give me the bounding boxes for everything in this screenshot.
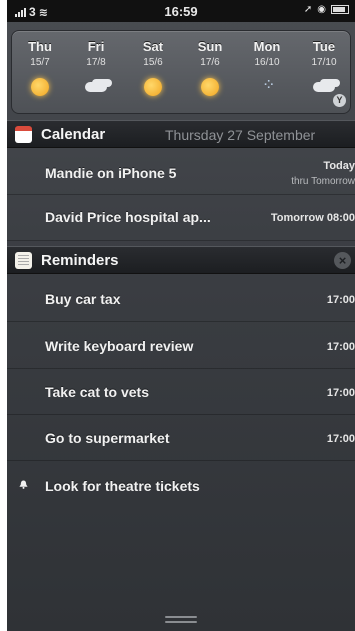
weather-day-name: Tue [312, 39, 336, 54]
clock: 16:59 [164, 4, 198, 19]
close-icon[interactable]: × [334, 252, 351, 269]
reminder-time: 17:00 [326, 294, 355, 306]
reminders-title: Reminders [41, 252, 119, 269]
weather-day-temps: 15/7 [30, 57, 50, 68]
yahoo-badge-icon[interactable]: Y [333, 94, 346, 107]
event-subtime: thru Tomorrow [291, 176, 355, 187]
weather-day: Mon 16/10 ⁘ [239, 39, 295, 100]
weather-day-temps: 17/6 [200, 57, 220, 68]
weather-day: Sat 15/6 [125, 39, 181, 100]
calendar-date: Thursday 27 September [165, 127, 316, 143]
status-bar: 3 ≋ 16:59 ➚ ◉ [7, 0, 355, 22]
alarm-icon: ◉ [317, 4, 326, 15]
weather-day: Sun 17/6 [182, 39, 238, 100]
weather-day-temps: 16/10 [254, 57, 280, 68]
calendar-event[interactable]: David Price hospital ap... Tomorrow 08:0… [7, 195, 355, 241]
calendar-header[interactable]: Calendar Thursday 27 September [7, 120, 355, 148]
reminder-title: Take cat to vets [45, 384, 150, 400]
calendar-title: Calendar [41, 126, 106, 143]
reminder-title: Go to supermarket [45, 430, 170, 446]
reminder-title: Look for theatre tickets [45, 478, 200, 494]
weather-day-name: Mon [253, 39, 281, 54]
weather-day-name: Thu [28, 39, 52, 54]
weather-day-name: Sun [197, 39, 223, 54]
weather-day: Tue 17/10 [296, 39, 352, 100]
event-title: Mandie on iPhone 5 [45, 165, 177, 181]
reminder-time: 17:00 [326, 387, 355, 399]
drag-handle[interactable] [165, 616, 197, 624]
calendar-event[interactable]: Mandie on iPhone 5 Today thru Tomorrow [7, 149, 355, 195]
reminder-title: Buy car tax [45, 291, 121, 307]
reminder-item[interactable]: Look for theatre tickets [7, 462, 355, 508]
bell-icon [19, 480, 28, 489]
rain-icon: ⁘ [262, 77, 276, 94]
reminder-item[interactable]: Take cat to vets 17:00 [7, 369, 355, 415]
weather-day-temps: 17/10 [311, 57, 337, 68]
event-title: David Price hospital ap... [45, 209, 211, 225]
weather-day: Thu 15/7 [12, 39, 68, 100]
sun-icon [27, 74, 53, 100]
notification-center: 3 ≋ 16:59 ➚ ◉ Thu 15/7 Fri 17/8 Sat 15/6… [7, 0, 355, 631]
weather-day-temps: 17/8 [86, 57, 106, 68]
event-time: Today [323, 160, 355, 172]
status-right: ➚ ◉ [304, 4, 349, 15]
reminders-icon [15, 252, 32, 269]
reminder-title: Write keyboard review [45, 338, 194, 354]
reminder-item[interactable]: Write keyboard review 17:00 [7, 323, 355, 369]
weather-day-temps: 15/6 [143, 57, 163, 68]
weather-day: Fri 17/8 [68, 39, 124, 100]
sun-icon [140, 74, 166, 100]
reminder-time: 17:00 [326, 433, 355, 445]
weather-day-name: Fri [87, 39, 105, 54]
cloud-icon [83, 74, 109, 100]
reminder-item[interactable]: Go to supermarket 17:00 [7, 415, 355, 461]
reminder-item[interactable]: Buy car tax 17:00 [7, 276, 355, 322]
event-time: Tomorrow 08:00 [270, 212, 355, 224]
location-icon: ➚ [303, 4, 313, 15]
calendar-icon [15, 126, 32, 143]
reminder-time: 17:00 [326, 341, 355, 353]
sun-icon [197, 74, 223, 100]
battery-icon [331, 5, 349, 14]
reminders-header[interactable]: Reminders × [7, 246, 355, 274]
weather-widget[interactable]: Thu 15/7 Fri 17/8 Sat 15/6 Sun 17/6 Mon … [11, 30, 351, 114]
weather-day-name: Sat [142, 39, 164, 54]
